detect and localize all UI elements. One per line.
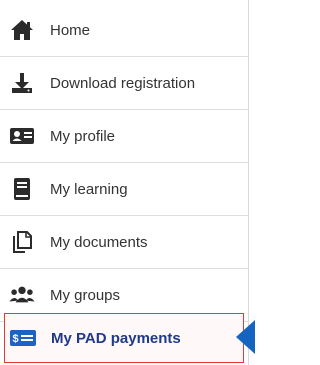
menu-item-my-profile[interactable]: My profile — [0, 110, 248, 163]
menu-item-label: Home — [50, 21, 91, 39]
menu-item-home[interactable]: Home — [0, 4, 248, 57]
id-card-icon — [9, 123, 35, 149]
menu-item-my-pad-payments[interactable]: $ My PAD payments — [4, 313, 244, 363]
payment-icon: $ — [10, 325, 36, 351]
book-icon — [9, 176, 35, 202]
menu-item-label: My documents — [50, 233, 148, 251]
menu-item-label: My profile — [50, 127, 116, 145]
sidebar-menu: Home Download registration My profile My… — [0, 0, 255, 365]
menu-item-label: My PAD payments — [51, 329, 181, 347]
menu-item-label: My learning — [50, 180, 128, 198]
menu-item-download-registration[interactable]: Download registration — [0, 57, 248, 110]
active-item-indicator — [236, 320, 255, 354]
menu-item-my-documents[interactable]: My documents — [0, 216, 248, 269]
menu-item-label: Download registration — [50, 74, 196, 92]
home-icon — [9, 17, 35, 43]
documents-icon — [9, 229, 35, 255]
menu-item-label: My groups — [50, 286, 121, 304]
svg-text:$: $ — [13, 333, 19, 345]
menu-item-my-learning[interactable]: My learning — [0, 163, 248, 216]
download-icon — [9, 70, 35, 96]
users-icon — [9, 282, 35, 308]
